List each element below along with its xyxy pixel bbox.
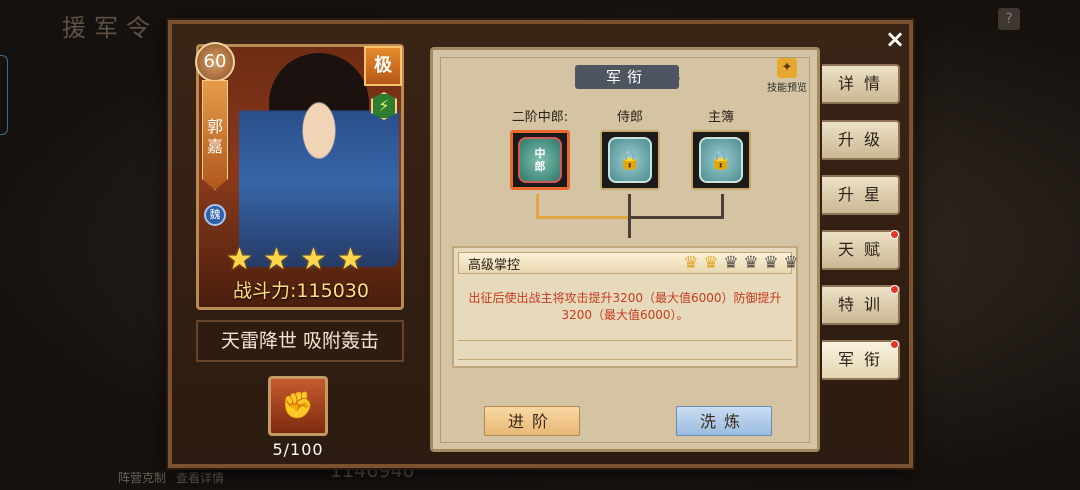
star-icon: ★: [263, 242, 290, 277]
view-details-link[interactable]: 查看详情: [176, 469, 224, 486]
rank-node-locked[interactable]: 🔒: [691, 130, 751, 190]
star-filled-icon: ♛: [683, 253, 699, 273]
tab-rank[interactable]: 军衔: [822, 340, 900, 380]
rank-node-current[interactable]: 中 郎: [510, 130, 570, 190]
star-icon: ★: [300, 242, 327, 277]
lock-icon: 🔒: [699, 137, 743, 183]
tab-details[interactable]: 详情: [822, 64, 900, 104]
connector-line: [628, 216, 724, 219]
background-side-strip: [0, 55, 8, 135]
rank-node-label: 二阶中郎:: [511, 110, 569, 125]
advance-button[interactable]: 进阶: [484, 406, 580, 436]
notification-dot: [890, 340, 899, 349]
star-icon: ★: [337, 242, 364, 277]
skill-preview-label: 技能预览: [767, 83, 807, 94]
rank-panel-title: 军衔: [575, 65, 679, 89]
tab-upgrade[interactable]: 升级: [822, 120, 900, 160]
rank-tag: 极: [364, 46, 402, 86]
rank-node-label: 侍郎: [616, 110, 643, 125]
notification-dot: [890, 285, 899, 294]
skill-description: 出征后使出战主将攻击提升3200（最大值6000）防御提升3200（最大值600…: [468, 291, 782, 322]
hero-skills: 天雷降世 吸附轰击: [196, 320, 404, 362]
star-icon: ★: [226, 242, 253, 277]
tab-training[interactable]: 特训: [822, 285, 900, 325]
description-divider: [458, 340, 792, 360]
lock-icon: 🔒: [608, 137, 652, 183]
rank-node-label: 主簿: [707, 110, 734, 125]
hero-stars: ★ ★ ★ ★: [226, 244, 368, 275]
notification-dot: [890, 230, 899, 239]
fist-icon[interactable]: ✊: [268, 376, 328, 436]
preview-icon: ✦: [777, 58, 797, 78]
chevron-right-icon: 》: [670, 67, 690, 91]
camp-counter-link[interactable]: 阵营克制: [118, 469, 166, 486]
star-empty-icon: ♛: [783, 253, 799, 273]
rank-medal-icon: 中 郎: [518, 137, 562, 183]
refine-button[interactable]: 洗炼: [676, 406, 772, 436]
hero-level-badge: 60: [195, 42, 235, 82]
star-empty-icon: ♛: [763, 253, 779, 273]
tab-talent[interactable]: 天赋: [822, 230, 900, 270]
hero-portrait: [239, 57, 399, 267]
skill-stars: ♛ ♛ ♛ ♛ ♛ ♛: [682, 252, 800, 274]
kingdom-badge: 魏: [204, 204, 226, 226]
background-bottom-links: 阵营克制 查看详情: [118, 469, 224, 486]
close-button[interactable]: ×: [880, 24, 910, 54]
background-title: 援军令: [62, 14, 158, 42]
star-filled-icon: ♛: [703, 253, 719, 273]
star-empty-icon: ♛: [743, 253, 759, 273]
skill-preview-button[interactable]: ✦ 技能预览: [764, 58, 810, 94]
tab-star-up[interactable]: 升星: [822, 175, 900, 215]
hero-power: 战斗力:115030: [233, 280, 369, 302]
hero-name-banner: 郭嘉: [202, 80, 228, 190]
rank-node-locked[interactable]: 🔒: [600, 130, 660, 190]
item-count: 5/100: [272, 440, 324, 459]
connector-line: [536, 216, 632, 219]
connector-line: [536, 194, 539, 218]
help-icon[interactable]: ?: [998, 8, 1020, 30]
star-empty-icon: ♛: [723, 253, 739, 273]
connector-line: [721, 194, 724, 218]
skill-name: 高级掌控: [468, 258, 521, 273]
